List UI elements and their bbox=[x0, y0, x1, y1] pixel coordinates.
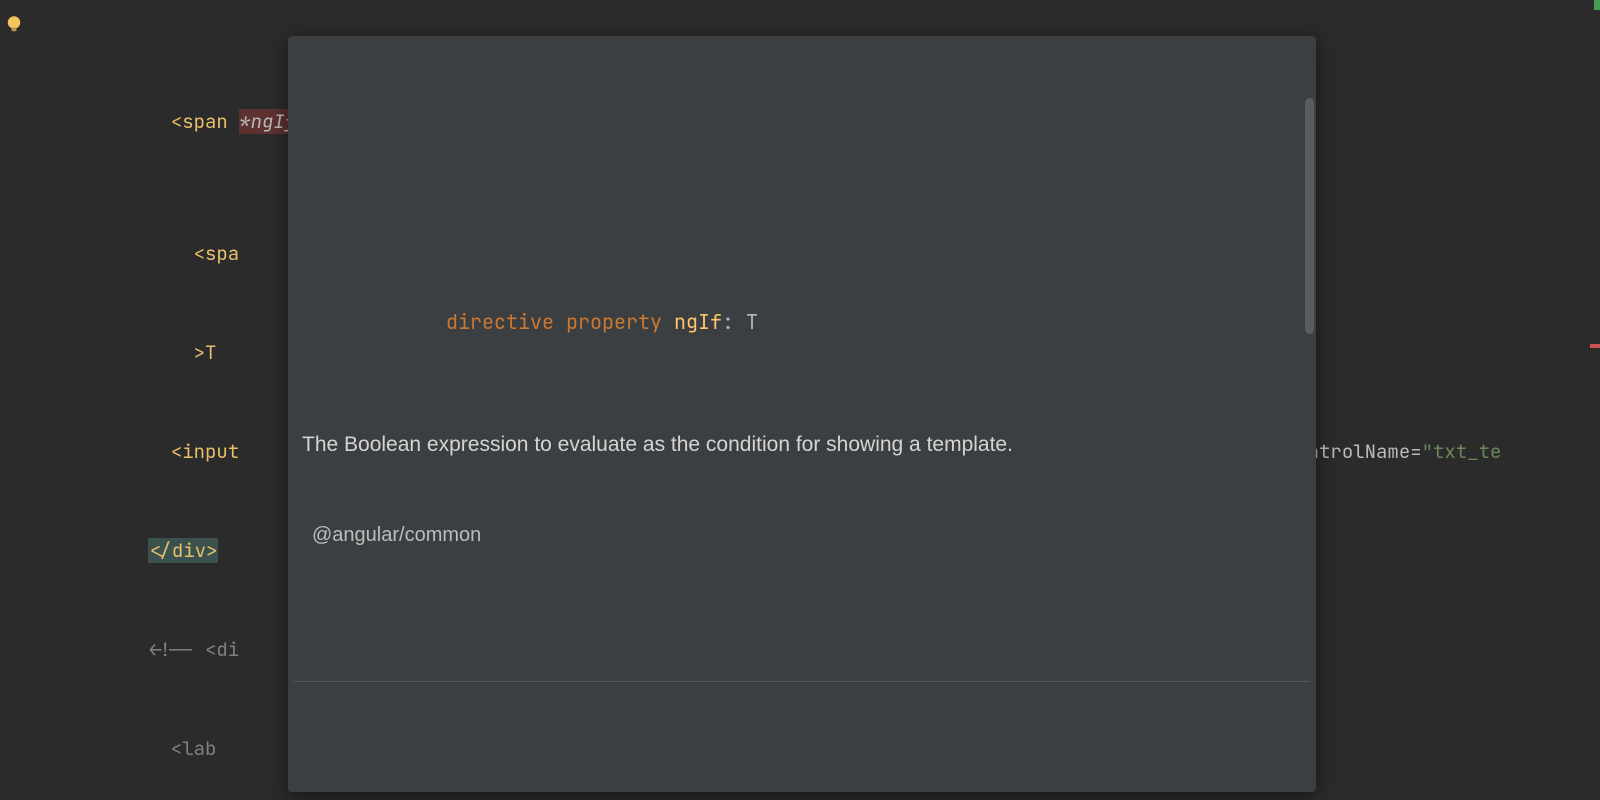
doc-module-location: @angular/common bbox=[302, 515, 1302, 559]
documentation-popup[interactable]: directive property ngIf: T The Boolean e… bbox=[288, 36, 1316, 792]
doc-entry-ngif-property: directive property ngIf: T The Boolean e… bbox=[288, 204, 1316, 625]
code-editor[interactable]: <span *ngIf="tenlsp.invalid && (tenlsp.d… bbox=[0, 0, 1600, 800]
doc-summary: The Boolean expression to evaluate as th… bbox=[302, 426, 1302, 459]
gutter bbox=[0, 0, 34, 800]
code-area[interactable]: <span *ngIf="tenlsp.invalid && (tenlsp.d… bbox=[34, 0, 1600, 800]
scrollbar-thumb[interactable] bbox=[1305, 98, 1314, 334]
error-stripe-mark[interactable] bbox=[1590, 344, 1600, 348]
error-stripe-mark[interactable] bbox=[1594, 0, 1600, 10]
doc-entry-ngif-directive: directive NgIf bbox=[288, 766, 1316, 792]
intention-bulb-icon[interactable] bbox=[4, 12, 24, 32]
doc-signature: directive property ngIf: T bbox=[302, 268, 1302, 370]
separator bbox=[294, 681, 1310, 682]
